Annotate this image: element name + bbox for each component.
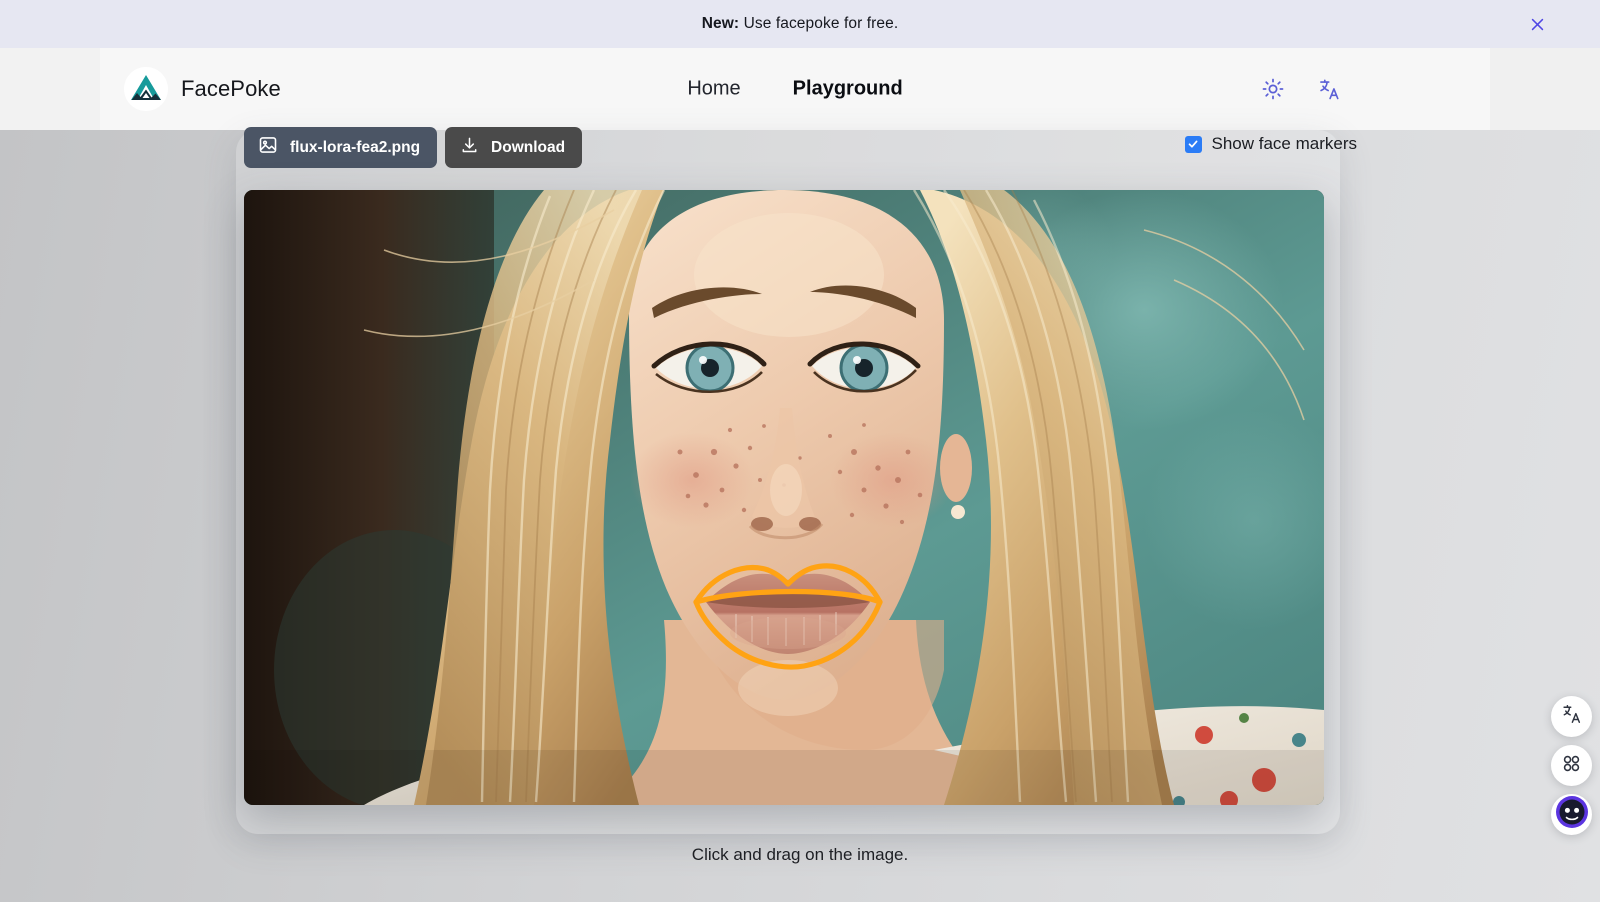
apps-fab[interactable] [1551,745,1592,786]
sun-icon[interactable] [1260,76,1286,102]
app-root: New: Use facepoke for free. FacePoke Hom… [0,0,1600,902]
portrait-image [244,190,1324,805]
announcement-banner: New: Use facepoke for free. [0,0,1600,48]
assistant-fab[interactable] [1551,794,1592,835]
download-button[interactable]: Download [445,127,583,168]
image-toolbar: flux-lora-fea2.png Download [244,127,583,168]
nav-item-home[interactable]: Home [687,78,740,101]
main-nav: Home Playground [687,78,902,101]
nav-item-playground[interactable]: Playground [793,78,903,101]
assistant-avatar-icon [1555,795,1589,834]
brand[interactable]: FacePoke [124,67,281,111]
file-name-label: flux-lora-fea2.png [290,138,421,156]
canvas-hint: Click and drag on the image. [691,845,909,864]
close-icon[interactable] [1526,13,1548,35]
show-face-markers-label: Show face markers [1211,134,1358,153]
download-icon [460,136,479,160]
floating-action-buttons [1551,696,1592,835]
header-bar: FacePoke Home Playground [100,48,1490,130]
brand-name: FacePoke [181,76,281,101]
header-right-strip [1490,48,1600,130]
portrait-canvas[interactable] [244,190,1324,805]
banner-message-rest: Use facepoke for free. [739,15,899,32]
header-icon-group [1260,76,1342,102]
site-header: FacePoke Home Playground [0,48,1600,130]
banner-message: New: Use facepoke for free. [702,15,899,33]
show-face-markers-toggle[interactable]: Show face markers [1184,134,1358,154]
file-name-button[interactable]: flux-lora-fea2.png [244,127,438,168]
translate-icon[interactable] [1316,76,1342,102]
mountain-logo-icon [124,67,168,111]
image-icon [258,135,278,160]
show-face-markers-checkbox[interactable] [1184,135,1202,153]
workspace: flux-lora-fea2.png Download Show face ma… [0,127,1600,902]
banner-message-bold: New: [701,15,740,32]
translate-fab[interactable] [1551,696,1592,737]
download-label: Download [491,138,566,156]
grid-apps-icon [1561,753,1582,779]
translate-icon [1561,703,1583,730]
